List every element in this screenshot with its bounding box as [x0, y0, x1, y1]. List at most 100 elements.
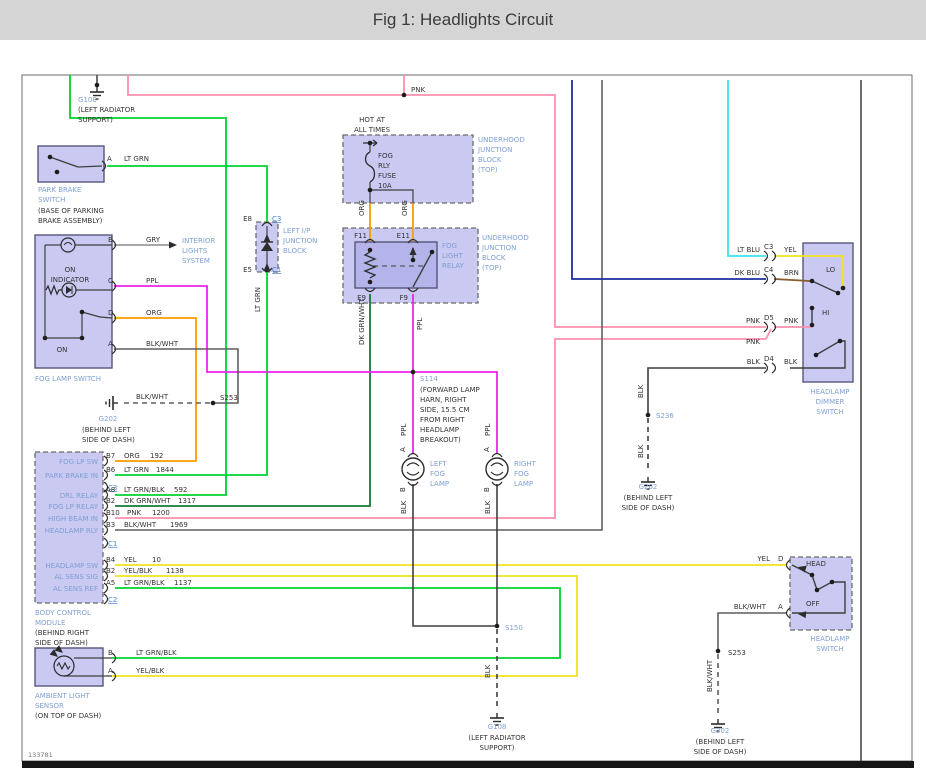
label-s253: S253: [220, 394, 238, 402]
label-hi: HI: [822, 309, 829, 317]
label-1969: 1969: [170, 521, 188, 529]
label-block: BLOCK: [283, 247, 307, 255]
label-c3[interactable]: C3: [272, 215, 281, 223]
label-ppl: PPL: [400, 424, 408, 436]
label-fog-lp-sw: FOG LP SW: [59, 458, 98, 466]
label-c2[interactable]: C2: [108, 596, 117, 604]
label--behind-left: (BEHIND LEFT: [624, 494, 673, 502]
label-all-times: ALL TIMES: [354, 126, 391, 134]
label-dk-grn-wht: DK GRN/WHT: [358, 298, 366, 345]
label-s236: S236: [656, 412, 674, 420]
label-592: 592: [174, 486, 187, 494]
junction-dot: [367, 279, 373, 285]
label-a: A: [107, 155, 112, 163]
junction-dot: [367, 247, 373, 253]
label-indicator: INDICATOR: [51, 276, 90, 284]
label-b10: B10: [106, 509, 120, 517]
bottom-border-bar: [22, 761, 914, 768]
label-relay: RELAY: [442, 262, 465, 270]
label-breakout-: BREAKOUT): [420, 436, 461, 444]
junction-dot: [813, 352, 819, 358]
label-fog: FOG: [442, 242, 457, 250]
label-1137: 1137: [174, 579, 192, 587]
label-dk-blu: DK BLU: [734, 269, 760, 277]
label-block: BLOCK: [478, 156, 502, 164]
label-off: OFF: [806, 600, 820, 608]
label-b7: B7: [106, 452, 115, 460]
label-al-sens-sig: AL SENS SIG: [54, 573, 98, 581]
label-e5: E5: [243, 266, 252, 274]
label-lt-grn: LT GRN: [254, 287, 262, 312]
label-park-brake-in: PARK BRAKE IN: [45, 472, 98, 480]
label-brn: BRN: [784, 269, 799, 277]
label-blk: BLK: [484, 500, 492, 514]
label-switch: SWITCH: [38, 196, 65, 204]
label--left-radiator: (LEFT RADIATOR: [78, 106, 135, 114]
label-b: B: [108, 649, 113, 657]
label-right: RIGHT: [514, 460, 537, 468]
label-d5: D5: [764, 314, 774, 322]
label-junction: JUNCTION: [481, 244, 516, 252]
label-a: A: [108, 340, 113, 348]
label--forward-lamp: (FORWARD LAMP: [420, 386, 480, 394]
label-b: B: [108, 236, 113, 244]
label-lt-grn: LT GRN: [124, 155, 149, 163]
label-org: ORG: [124, 452, 140, 460]
label-c4: C4: [764, 266, 774, 274]
label--base-of-parking: (BASE OF PARKING: [38, 207, 104, 215]
label-fog: FOG: [430, 470, 445, 478]
label-a: A: [483, 447, 491, 452]
label-module: MODULE: [35, 619, 65, 627]
label--behind-right: (BEHIND RIGHT: [35, 629, 90, 637]
label-b4: B4: [106, 556, 116, 564]
junction-dot: [645, 412, 651, 418]
label-head: HEAD: [806, 560, 826, 568]
label-dimmer: DIMMER: [816, 398, 845, 406]
label-gry: GRY: [146, 236, 161, 244]
junction-dot: [54, 169, 60, 175]
label-dk-grn-wht: DK GRN/WHT: [124, 497, 171, 505]
headlights-circuit-diagram: G108 (LEFT RADIATOR SUPPORT) PNK HOT AT ALL T…: [21, 74, 914, 768]
label-c1[interactable]: C1: [108, 540, 117, 548]
label-yel: YEL: [756, 555, 770, 563]
label-body-control: BODY CONTROL: [35, 609, 91, 617]
label-support-: SUPPORT): [78, 116, 113, 124]
label-10a: 10A: [378, 182, 392, 190]
junction-dot: [829, 579, 835, 585]
junction-dot: [410, 369, 416, 375]
label-headlamp-sw: HEADLAMP SW: [45, 562, 98, 570]
junction-dot: [814, 587, 820, 593]
junction-dot: [809, 305, 815, 311]
label-headlamp: HEADLAMP: [811, 635, 850, 643]
label-blk: BLK: [637, 384, 645, 398]
label-side-of-dash-: SIDE OF DASH): [82, 436, 135, 444]
label-d: D: [778, 555, 783, 563]
label-blk-wht: BLK/WHT: [136, 393, 169, 401]
label-junction: JUNCTION: [282, 237, 317, 245]
label-yel: YEL: [783, 246, 797, 254]
label-lamp: LAMP: [514, 480, 533, 488]
label-on: ON: [57, 346, 68, 354]
label-d: D: [108, 309, 113, 317]
label-blk: BLK: [400, 500, 408, 514]
label-g202: G202: [711, 727, 730, 735]
label-org: ORG: [358, 200, 366, 216]
label-f11: F11: [354, 232, 367, 240]
label-block: BLOCK: [482, 254, 506, 262]
label-headlamp: HEADLAMP: [811, 388, 850, 396]
label--behind-left: (BEHIND LEFT: [696, 738, 745, 746]
label-high-beam-in: HIGH BEAM IN: [48, 515, 98, 523]
label-a: A: [778, 603, 783, 611]
label-org: ORG: [401, 200, 409, 216]
label-133781: 133781: [28, 751, 53, 759]
label-ppl: PPL: [484, 424, 492, 436]
label-c1[interactable]: C1: [272, 266, 281, 274]
junction-dot: [837, 338, 843, 344]
label-c3: C3: [764, 243, 773, 251]
label-yel-blk: YEL/BLK: [135, 667, 165, 675]
label-junction: JUNCTION: [477, 146, 512, 154]
label-lt-grn-blk: LT GRN/BLK: [124, 579, 165, 587]
junction-dot: [367, 187, 373, 193]
label--top-: (TOP): [478, 166, 498, 174]
label-fog-lamp-switch: FOG LAMP SWITCH: [35, 375, 101, 383]
